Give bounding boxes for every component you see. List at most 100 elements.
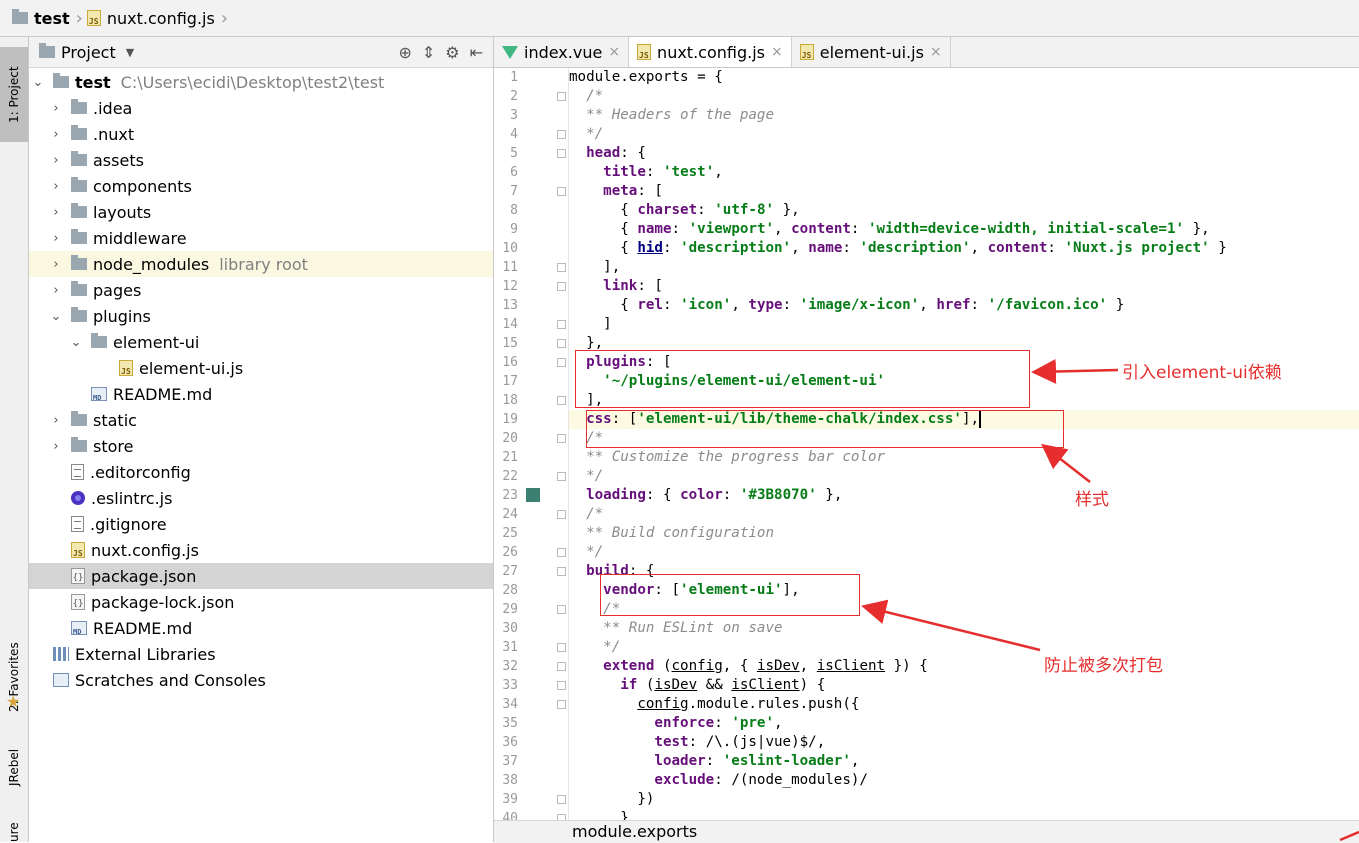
locate-icon[interactable]: ⊕: [398, 43, 411, 62]
tab-favorites-tool[interactable]: 2: Favorites: [0, 622, 28, 732]
js-file-icon: JS: [86, 10, 101, 26]
tree-item[interactable]: MD README.md: [29, 615, 493, 641]
tree-item[interactable]: › store: [29, 433, 493, 459]
tree-item-label: .eslintrc.js: [91, 488, 173, 508]
tree-item[interactable]: ⌄ test C:\Users\ecidi\Desktop\test2\test: [29, 69, 493, 95]
fold-marker-icon[interactable]: [557, 662, 566, 671]
chevron-right-icon[interactable]: ›: [49, 439, 63, 454]
fold-marker-icon[interactable]: [557, 510, 566, 519]
js-file-icon: JS: [119, 360, 133, 376]
tree-item-label: package-lock.json: [91, 592, 235, 612]
tab-element-ui-js[interactable]: JS element-ui.js ×: [792, 37, 951, 67]
js-file-icon: JS: [637, 44, 652, 60]
tree-item[interactable]: {} package-lock.json: [29, 589, 493, 615]
folder-icon: [71, 229, 87, 244]
tab-nuxt-config[interactable]: JS nuxt.config.js ×: [629, 37, 792, 67]
tree-item[interactable]: › .idea: [29, 95, 493, 121]
line-number: 37: [502, 754, 518, 769]
tree-item[interactable]: {} package.json: [29, 563, 493, 589]
fold-marker-icon[interactable]: [557, 339, 566, 348]
chevron-down-icon[interactable]: ⌄: [49, 309, 63, 324]
close-icon[interactable]: ×: [608, 44, 620, 60]
line-number: 31: [502, 640, 518, 655]
chevron-down-icon[interactable]: ⌄: [69, 335, 83, 350]
color-swatch-icon[interactable]: [526, 488, 540, 502]
chevron-right-icon[interactable]: ›: [49, 283, 63, 298]
fold-marker-icon[interactable]: [557, 130, 566, 139]
line-number: 35: [502, 716, 518, 731]
chevron-down-icon[interactable]: ⌄: [31, 75, 45, 90]
code-line: ** Customize the progress bar color: [569, 449, 886, 465]
editor-breadcrumb[interactable]: module.exports: [494, 820, 1359, 843]
line-number: 5: [510, 146, 518, 161]
fold-marker-icon[interactable]: [557, 434, 566, 443]
fold-marker-icon[interactable]: [557, 681, 566, 690]
tab-jrebel-tool[interactable]: JRebel: [0, 737, 28, 797]
breadcrumb-project[interactable]: test: [12, 9, 70, 28]
fold-marker-icon[interactable]: [557, 605, 566, 614]
tree-item[interactable]: ⌄ element-ui: [29, 329, 493, 355]
fold-marker-icon[interactable]: [557, 282, 566, 291]
tree-item[interactable]: › node_modules library root: [29, 251, 493, 277]
line-number: 4: [510, 127, 518, 142]
tree-item[interactable]: .editorconfig: [29, 459, 493, 485]
line-number: 23: [502, 488, 518, 503]
tree-item[interactable]: › pages: [29, 277, 493, 303]
tree-item[interactable]: › static: [29, 407, 493, 433]
fold-marker-icon[interactable]: [557, 149, 566, 158]
fold-marker-icon[interactable]: [557, 358, 566, 367]
tree-item[interactable]: External Libraries: [29, 641, 493, 667]
tree-item[interactable]: › assets: [29, 147, 493, 173]
line-number: 3: [510, 108, 518, 123]
tree-item[interactable]: .gitignore: [29, 511, 493, 537]
line-number-gutter[interactable]: 1 2 3 4 5 6 7 8 9 10 11 12 13 14 15 16 17 18 19 20 21 22 23 24 2…: [494, 68, 569, 826]
fold-marker-icon[interactable]: [557, 700, 566, 709]
tree-item[interactable]: › layouts: [29, 199, 493, 225]
chevron-right-icon[interactable]: ›: [49, 205, 63, 220]
fold-marker-icon[interactable]: [557, 795, 566, 804]
collapse-all-icon[interactable]: ⇕: [422, 43, 435, 62]
tree-item[interactable]: › .nuxt: [29, 121, 493, 147]
gear-icon[interactable]: ⚙: [445, 43, 459, 62]
tree-item[interactable]: JS element-ui.js: [29, 355, 493, 381]
tree-item[interactable]: MD README.md: [29, 381, 493, 407]
tree-item[interactable]: › middleware: [29, 225, 493, 251]
editor-tabs: index.vue × JS nuxt.config.js × JS eleme…: [494, 37, 1359, 68]
fold-marker-icon[interactable]: [557, 472, 566, 481]
line-number: 6: [510, 165, 518, 180]
tree-item[interactable]: .eslintrc.js: [29, 485, 493, 511]
chevron-right-icon[interactable]: ›: [49, 179, 63, 194]
fold-marker-icon[interactable]: [557, 92, 566, 101]
breadcrumb-file[interactable]: JS nuxt.config.js: [86, 9, 215, 28]
tree-item-label: .idea: [93, 98, 133, 118]
tab-structure-tool[interactable]: ure: [0, 822, 28, 842]
fold-marker-icon[interactable]: [557, 187, 566, 196]
chevron-right-icon[interactable]: ›: [49, 101, 63, 116]
chevron-right-icon[interactable]: ›: [49, 413, 63, 428]
fold-marker-icon[interactable]: [557, 263, 566, 272]
fold-marker-icon[interactable]: [557, 548, 566, 557]
chevron-right-icon[interactable]: ›: [49, 127, 63, 142]
hide-panel-icon[interactable]: ⇤: [470, 43, 483, 62]
chevron-right-icon[interactable]: ›: [49, 231, 63, 246]
annotation-css-text: 样式: [1075, 490, 1109, 510]
tree-item[interactable]: ⌄ plugins: [29, 303, 493, 329]
fold-marker-icon[interactable]: [557, 396, 566, 405]
tab-project-tool[interactable]: 1: Project: [0, 47, 28, 142]
tree-item[interactable]: JS nuxt.config.js: [29, 537, 493, 563]
chevron-right-icon[interactable]: ›: [49, 257, 63, 272]
tab-index-vue[interactable]: index.vue ×: [494, 37, 630, 67]
close-icon[interactable]: ×: [930, 44, 942, 60]
project-view-selector[interactable]: Project ▼: [39, 43, 134, 62]
tree-item[interactable]: › components: [29, 173, 493, 199]
chevron-right-icon[interactable]: ›: [49, 153, 63, 168]
fold-marker-icon[interactable]: [557, 567, 566, 576]
folder-icon: [71, 125, 87, 140]
code-line: extend (config, { isDev, isClient }) {: [603, 658, 928, 674]
scratch-icon: [53, 673, 69, 687]
fold-marker-icon[interactable]: [557, 643, 566, 652]
code-line: */: [569, 126, 604, 142]
fold-marker-icon[interactable]: [557, 320, 566, 329]
tree-item[interactable]: Scratches and Consoles: [29, 667, 493, 693]
close-icon[interactable]: ×: [771, 44, 783, 60]
